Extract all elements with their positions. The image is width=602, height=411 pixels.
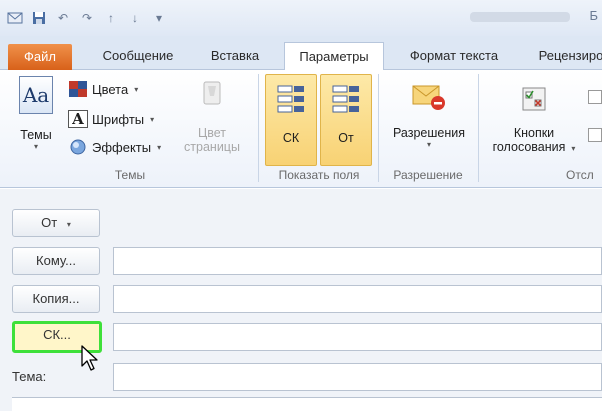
page-color-label-line2: страницы xyxy=(184,140,240,154)
ribbon-tabs: Файл Сообщение Вставка Параметры Формат … xyxy=(0,36,602,71)
paint-bucket-icon xyxy=(198,76,226,110)
from-button[interactable]: От ▾ xyxy=(12,209,100,237)
customize-toolbar-icon[interactable]: ▾ xyxy=(150,9,168,27)
from-button-label: От xyxy=(41,215,58,230)
page-color-button[interactable]: Цвет страницы xyxy=(176,76,248,166)
tab-insert[interactable]: Вставка xyxy=(198,42,272,70)
chevron-down-icon: ▾ xyxy=(134,84,139,94)
checkbox-request-read[interactable] xyxy=(588,128,602,142)
bcc-label: СК xyxy=(282,131,300,145)
window-title-blurred xyxy=(470,12,570,22)
checkbox-request-delivery[interactable] xyxy=(588,90,602,104)
chevron-down-icon: ▾ xyxy=(571,144,576,153)
colors-button[interactable]: Цвета ▾ xyxy=(68,78,138,100)
subject-label: Тема: xyxy=(12,369,47,384)
voting-buttons-button[interactable]: Кнопки голосования ▾ xyxy=(484,76,584,166)
from-field-icon xyxy=(331,83,361,117)
effects-icon xyxy=(68,138,88,156)
down-arrow-icon[interactable]: ↓ xyxy=(126,9,144,27)
group-label-themes: Темы xyxy=(114,168,146,182)
bcc-field-icon xyxy=(276,83,306,117)
tab-message[interactable]: Сообщение xyxy=(92,42,184,70)
permission-label: Разрешения xyxy=(392,126,465,140)
undo-icon[interactable]: ↶ xyxy=(54,9,72,27)
voting-label-line2-wrap: голосования ▾ xyxy=(484,140,584,154)
page-color-label-line1: Цвет xyxy=(197,126,226,140)
group-separator xyxy=(478,74,479,182)
voting-label-line1: Кнопки xyxy=(513,126,555,140)
colors-label: Цвета xyxy=(92,81,129,97)
restricted-mail-icon xyxy=(411,82,447,112)
group-label-show-fields: Показать поля xyxy=(278,168,360,182)
group-separator xyxy=(378,74,379,182)
tab-format-text[interactable]: Формат текста xyxy=(396,42,512,70)
tab-file[interactable]: Файл xyxy=(8,44,72,70)
voting-label-line2: голосования xyxy=(492,140,566,154)
permission-button[interactable]: Разрешения ▾ xyxy=(384,76,474,166)
cc-button[interactable]: Копия... xyxy=(12,285,100,313)
chevron-down-icon: ▾ xyxy=(150,114,155,124)
font-icon: A xyxy=(68,110,88,128)
bcc-field[interactable] xyxy=(113,323,602,351)
group-label-permission: Разрешение xyxy=(393,168,463,182)
tab-options[interactable]: Параметры xyxy=(284,42,384,71)
show-bcc-button[interactable]: СК xyxy=(265,74,317,166)
message-form: От ▾ Кому... Копия... СК... Тема: xyxy=(0,189,602,411)
group-label-tracking: Отсл xyxy=(566,168,594,182)
themes-button[interactable]: Aa Темы ▾ xyxy=(10,76,62,166)
ribbon: Aa Темы ▾ Цвета ▾ A Шрифты ▾ Эффекты ▾ Ц… xyxy=(0,70,602,188)
voting-icon xyxy=(517,82,551,114)
chevron-down-icon: ▾ xyxy=(426,140,431,149)
from-label: От xyxy=(338,131,354,145)
save-icon[interactable] xyxy=(30,9,48,27)
group-separator xyxy=(258,74,259,182)
effects-label: Эффекты xyxy=(92,139,152,155)
fonts-label: Шрифты xyxy=(92,111,145,127)
to-button[interactable]: Кому... xyxy=(12,247,100,275)
themes-label: Темы xyxy=(20,128,52,142)
cc-field[interactable] xyxy=(113,285,602,313)
quick-access-toolbar: ↶ ↷ ↑ ↓ ▾ Б xyxy=(0,0,602,36)
tab-review[interactable]: Рецензиро xyxy=(526,42,602,70)
up-arrow-icon[interactable]: ↑ xyxy=(102,9,120,27)
message-body[interactable] xyxy=(12,397,602,411)
redo-icon[interactable]: ↷ xyxy=(78,9,96,27)
chevron-down-icon: ▾ xyxy=(66,220,71,229)
subject-field[interactable] xyxy=(113,363,602,391)
themes-icon: Aa xyxy=(19,76,53,114)
effects-button[interactable]: Эффекты ▾ xyxy=(68,136,161,158)
window-title: Б xyxy=(589,8,598,23)
to-field[interactable] xyxy=(113,247,602,275)
fonts-button[interactable]: A Шрифты ▾ xyxy=(68,108,154,130)
show-from-button[interactable]: От xyxy=(320,74,372,166)
chevron-down-icon: ▾ xyxy=(157,142,162,152)
palette-icon xyxy=(68,80,88,98)
mail-icon[interactable] xyxy=(6,9,24,27)
chevron-down-icon: ▾ xyxy=(33,142,38,151)
mouse-cursor-icon xyxy=(81,345,98,371)
